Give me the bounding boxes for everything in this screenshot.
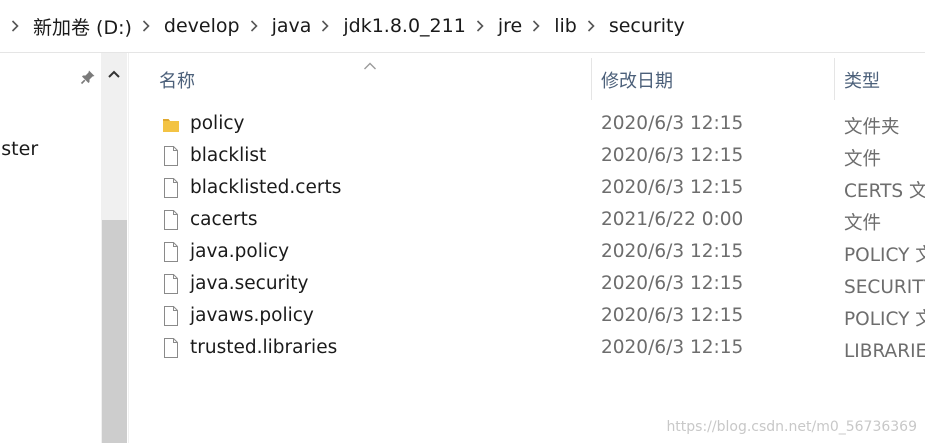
- breadcrumb-item-lib[interactable]: lib: [551, 13, 580, 39]
- chevron-right-icon[interactable]: [139, 19, 153, 33]
- address-bar[interactable]: 新加卷 (D:) develop java jdk1.8.0_211 jre l…: [0, 0, 925, 53]
- file-type: POLICY 文件: [844, 245, 925, 266]
- scrollbar-thumb[interactable]: [102, 220, 127, 443]
- breadcrumb-item-security[interactable]: security: [606, 13, 688, 39]
- file-icon: [162, 273, 180, 295]
- column-header-type[interactable]: 类型: [844, 67, 880, 93]
- file-name: blacklist: [190, 145, 267, 166]
- file-row[interactable]: blacklisted.certs 2020/6/3 12:15 CERTS 文…: [128, 172, 925, 204]
- file-row[interactable]: blacklist 2020/6/3 12:15 文件: [128, 140, 925, 172]
- file-icon: [162, 337, 180, 359]
- file-name: trusted.libraries: [190, 337, 338, 358]
- chevron-right-icon[interactable]: [529, 19, 543, 33]
- file-date: 2021/6/22 0:00: [601, 209, 744, 230]
- column-header: 名称 修改日期 类型: [128, 53, 925, 103]
- chevron-right-icon[interactable]: [247, 19, 261, 33]
- file-row[interactable]: policy 2020/6/3 12:15 文件夹: [128, 108, 925, 140]
- navigation-pane: ıster: [0, 53, 129, 443]
- file-type: 文件: [844, 213, 882, 234]
- breadcrumb-item-jdk[interactable]: jdk1.8.0_211: [340, 13, 468, 39]
- file-row[interactable]: trusted.libraries 2020/6/3 12:15 LIBRARI…: [128, 332, 925, 364]
- file-name: policy: [190, 113, 245, 134]
- pin-icon[interactable]: [80, 69, 96, 85]
- file-list: 名称 修改日期 类型 policy 2020/6/3 12:15 文件夹 bla…: [128, 53, 925, 443]
- file-type: CERTS 文件: [844, 181, 925, 202]
- file-row[interactable]: javaws.policy 2020/6/3 12:15 POLICY 文件: [128, 300, 925, 332]
- file-row[interactable]: java.policy 2020/6/3 12:15 POLICY 文件: [128, 236, 925, 268]
- file-date: 2020/6/3 12:15: [601, 177, 744, 198]
- file-type: SECURITY 文件: [844, 277, 925, 298]
- file-type: 文件夹: [844, 117, 900, 138]
- nav-item-partial[interactable]: ıster: [0, 138, 38, 160]
- watermark: https://blog.csdn.net/m0_56736369: [666, 419, 917, 435]
- column-header-name[interactable]: 名称: [159, 67, 195, 93]
- nav-scrollbar[interactable]: [101, 53, 127, 443]
- file-row[interactable]: cacerts 2021/6/22 0:00 文件: [128, 204, 925, 236]
- scroll-up-icon[interactable]: [101, 61, 127, 87]
- file-icon: [162, 305, 180, 327]
- file-date: 2020/6/3 12:15: [601, 145, 744, 166]
- file-name: cacerts: [190, 209, 258, 230]
- chevron-right-icon[interactable]: [473, 19, 487, 33]
- chevron-right-icon[interactable]: [318, 19, 332, 33]
- file-name: javaws.policy: [190, 305, 314, 326]
- chevron-right-icon[interactable]: [584, 19, 598, 33]
- breadcrumb-item-develop[interactable]: develop: [161, 13, 243, 39]
- file-icon: [162, 177, 180, 199]
- file-name: java.security: [190, 273, 309, 294]
- file-rows: policy 2020/6/3 12:15 文件夹 blacklist 2020…: [128, 108, 925, 364]
- file-date: 2020/6/3 12:15: [601, 337, 744, 358]
- file-name: blacklisted.certs: [190, 177, 342, 198]
- breadcrumb: 新加卷 (D:) develop java jdk1.8.0_211 jre l…: [0, 11, 688, 42]
- breadcrumb-item-jre[interactable]: jre: [495, 13, 525, 39]
- file-date: 2020/6/3 12:15: [601, 305, 744, 326]
- file-type: POLICY 文件: [844, 309, 925, 330]
- file-icon: [162, 241, 180, 263]
- file-type: 文件: [844, 149, 882, 170]
- file-date: 2020/6/3 12:15: [601, 241, 744, 262]
- column-divider[interactable]: [834, 58, 835, 100]
- column-divider[interactable]: [591, 58, 592, 100]
- sort-ascending-icon: [363, 56, 377, 70]
- file-row[interactable]: java.security 2020/6/3 12:15 SECURITY 文件: [128, 268, 925, 300]
- file-name: java.policy: [190, 241, 290, 262]
- file-icon: [162, 209, 180, 231]
- chevron-right-icon[interactable]: [8, 19, 22, 33]
- file-explorer-window: 新加卷 (D:) develop java jdk1.8.0_211 jre l…: [0, 0, 925, 443]
- breadcrumb-item-drive[interactable]: 新加卷 (D:): [30, 11, 135, 42]
- file-date: 2020/6/3 12:15: [601, 113, 744, 134]
- folder-icon: [162, 113, 180, 135]
- breadcrumb-item-java[interactable]: java: [269, 13, 315, 39]
- file-type: LIBRARIES 文件: [844, 341, 925, 362]
- column-header-date[interactable]: 修改日期: [601, 67, 673, 93]
- file-date: 2020/6/3 12:15: [601, 273, 744, 294]
- file-icon: [162, 145, 180, 167]
